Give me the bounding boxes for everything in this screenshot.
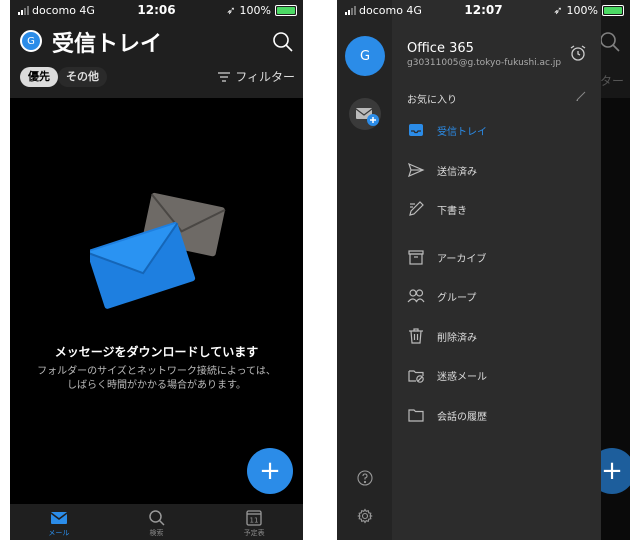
nav-mail[interactable]: メール <box>10 504 108 540</box>
search-icon <box>148 510 165 526</box>
folder-label: 会話の履歴 <box>437 411 487 423</box>
battery-percent: 100% <box>239 4 271 17</box>
battery-icon <box>275 5 297 16</box>
folder-label: グループ <box>437 292 477 304</box>
search-icon <box>600 32 620 52</box>
mail-icon <box>50 512 68 524</box>
folder-label: アーカイブ <box>437 253 487 265</box>
loading-description: フォルダーのサイズとネットワーク接続によっては、 しばらく時間がかかる場合があり… <box>10 365 303 393</box>
calendar-icon: 11 <box>246 510 262 526</box>
nav-mail-label: メール <box>48 529 70 537</box>
filter-label: フィルター <box>235 70 295 84</box>
account-email: g30311005@g.tokyo-fukushi.ac.jp <box>407 58 562 68</box>
inbox-screen: docomo 4G 12:06 ➶ 100% G 受信トレイ 優先 その他 フィ… <box>10 0 303 540</box>
drafts-icon <box>409 201 424 216</box>
location-icon: ➶ <box>553 4 563 17</box>
favorites-label: お気に入り <box>407 95 457 106</box>
dimmed-filter-label: ター <box>599 74 624 88</box>
folder-deleted[interactable]: 削除済み <box>407 326 477 346</box>
folder-label: 下書き <box>437 205 467 217</box>
folder-groups[interactable]: グループ <box>407 286 476 306</box>
loading-title: メッセージをダウンロードしています <box>54 345 259 359</box>
inbox-icon <box>409 124 423 136</box>
archive-icon <box>408 250 424 265</box>
compose-button[interactable]: + <box>247 448 293 494</box>
nav-search[interactable]: 検索 <box>108 504 206 540</box>
folder-conversation-history[interactable]: 会話の履歴 <box>407 405 487 425</box>
battery-icon <box>602 5 624 16</box>
add-account-icon <box>355 108 379 126</box>
folder-label: 送信済み <box>437 166 477 178</box>
folder-junk[interactable]: 迷惑メール <box>407 365 487 385</box>
help-icon[interactable] <box>357 470 373 486</box>
tab-focused[interactable]: 優先 <box>20 67 58 87</box>
folder-inbox[interactable]: 受信トレイ <box>407 120 487 140</box>
edit-pencil-icon[interactable] <box>575 90 587 102</box>
folder-label: 迷惑メール <box>437 371 487 383</box>
nav-calendar[interactable]: 11 予定表 <box>205 504 303 540</box>
add-account-button[interactable] <box>349 98 381 130</box>
sent-icon <box>408 162 425 178</box>
folder-drawer: docomo 4G 12:07 ➶ 100% G Office 365 g303… <box>337 0 624 540</box>
folder-sent[interactable]: 送信済み <box>407 160 477 180</box>
nav-search-label: 検索 <box>149 529 164 537</box>
folder-drafts[interactable]: 下書き <box>407 199 467 219</box>
account-avatar[interactable]: G <box>345 36 385 76</box>
folder-label: 削除済み <box>437 332 477 344</box>
filter-button[interactable]: フィルター <box>218 68 295 85</box>
status-bar: docomo 4G 12:07 ➶ 100% <box>337 0 630 22</box>
search-icon[interactable] <box>271 30 295 54</box>
trash-icon <box>409 328 423 344</box>
do-not-disturb-icon[interactable] <box>569 44 587 62</box>
battery-percent: 100% <box>566 4 598 17</box>
folder-label: 受信トレイ <box>437 126 487 138</box>
account-name: Office 365 <box>407 41 474 56</box>
svg-text:11: 11 <box>250 517 259 525</box>
tab-other[interactable]: その他 <box>58 67 107 87</box>
status-bar: docomo 4G 12:06 ➶ 100% <box>10 0 303 22</box>
drawer-screen: ター + docomo 4G 12:07 ➶ 100% G Office 365… <box>337 0 630 540</box>
bottom-nav: メール 検索 11 予定表 <box>10 504 303 540</box>
loading-description-line-1: フォルダーのサイズとネットワーク接続によっては、 <box>37 366 276 377</box>
folder-icon <box>408 409 424 422</box>
folder-archive[interactable]: アーカイブ <box>407 247 486 267</box>
account-avatar[interactable]: G <box>20 30 42 52</box>
envelope-illustration <box>90 192 226 309</box>
junk-icon <box>408 370 424 383</box>
nav-calendar-label: 予定表 <box>243 529 265 537</box>
account-rail <box>337 0 392 540</box>
filter-icon <box>218 71 231 82</box>
groups-icon <box>407 289 425 303</box>
settings-gear-icon[interactable] <box>357 508 373 524</box>
loading-description-line-2: しばらく時間がかかる場合があります。 <box>67 380 246 391</box>
location-icon: ➶ <box>226 4 236 17</box>
page-title: 受信トレイ <box>52 32 163 57</box>
